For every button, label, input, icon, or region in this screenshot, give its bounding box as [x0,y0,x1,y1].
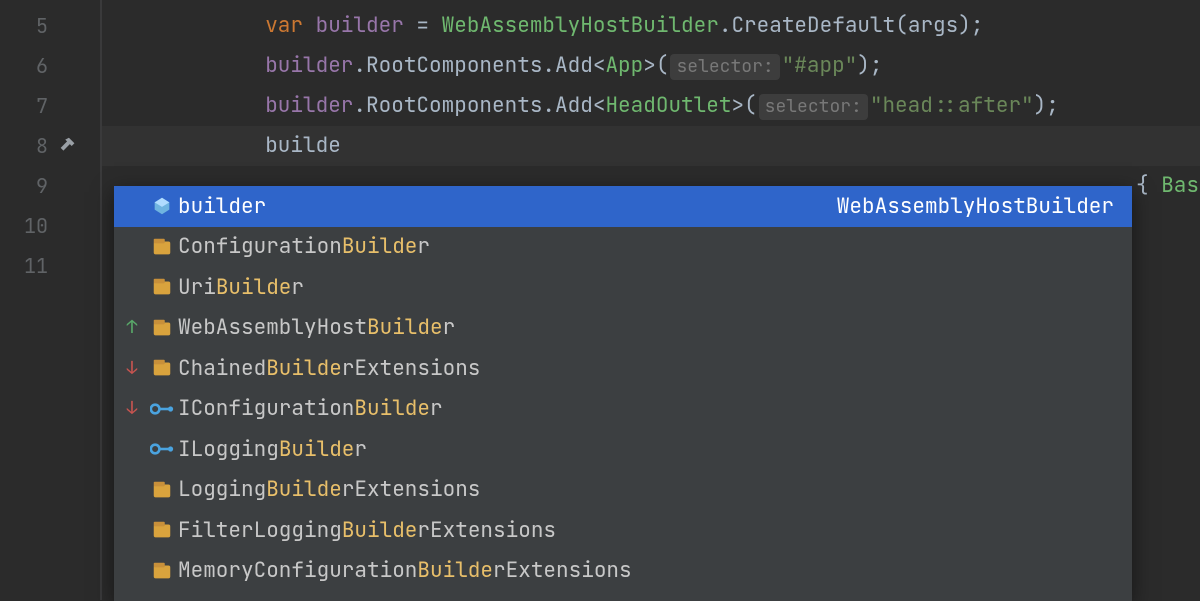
code-line-7[interactable]: builder.RootComponents.Add<HeadOutlet>(s… [114,86,1059,126]
line-number: 9 [0,166,48,206]
completion-label: ILoggingBuilder [178,436,1114,463]
completion-label: ChainedBuilderExtensions [178,355,1114,382]
code-line-6[interactable]: builder.RootComponents.Add<App>(selector… [114,46,882,86]
line-number: 11 [0,246,48,286]
class-icon [146,560,178,582]
completion-item[interactable]: ILoggingBuilder [114,429,1132,470]
completion-label: IConfigurationBuilder [178,395,1114,422]
line-number: 6 [0,46,48,86]
completion-item[interactable]: UriBuilder [114,267,1132,308]
token: . [542,92,555,119]
token: "#app" [782,52,858,79]
token: builder [265,52,353,79]
token: < [593,52,606,79]
token: (args); [895,12,983,39]
line-number: 5 [0,6,48,46]
completion-item[interactable]: MemoryConfigurationBuilderExtensions [114,551,1132,592]
completion-item[interactable]: LoggingBuilderExtensions [114,470,1132,511]
completion-label: LoggingBuilderExtensions [178,476,1114,503]
token: builder [265,92,353,119]
token: var [265,12,315,39]
completion-item[interactable]: builderWebAssemblyHostBuilder [114,186,1132,227]
completion-label: WebAssemblyHostBuilder [178,314,1114,341]
completion-label: FilterLoggingBuilderExtensions [178,517,1114,544]
gutter: 567891011 [0,0,100,600]
code-line-9-overflow: { Bas [1136,166,1199,206]
token: . [353,92,366,119]
token: ); [857,52,882,79]
token: builde [265,132,341,159]
completion-type: WebAssemblyHostBuilder [837,193,1132,220]
completion-label: MemoryConfigurationBuilderExtensions [178,557,1114,584]
rank-down-icon: ↓ [127,357,138,380]
completion-label: builder [178,193,837,220]
token [114,92,265,119]
token: ); [1034,92,1059,119]
token: builder [316,12,404,39]
token: App [605,52,643,79]
class-icon [146,317,178,339]
var-icon [146,195,178,217]
token: "head::after" [870,92,1034,119]
token: . [719,12,732,39]
completion-label: ConfigurationBuilder [178,233,1114,260]
rank-up-icon: ↑ [127,316,138,339]
token: Add [555,92,593,119]
completion-item[interactable]: ↓ IConfigurationBuilder [114,389,1132,430]
token: CreateDefault [731,12,895,39]
token [114,52,265,79]
line-number: 10 [0,206,48,246]
code-line-8[interactable]: builde [114,126,341,166]
interface-icon [146,440,178,458]
token: < [593,92,606,119]
completion-popup[interactable]: builderWebAssemblyHostBuilderConfigurati… [114,186,1132,601]
class-icon [146,236,178,258]
token: HeadOutlet [605,92,731,119]
class-icon [146,479,178,501]
hammer-icon[interactable] [54,126,82,166]
class-icon [146,276,178,298]
token: . [353,52,366,79]
token: >( [731,92,756,119]
completion-item[interactable]: FilterLoggingBuilderExtensions [114,510,1132,551]
interface-icon [146,400,178,418]
class-icon [146,519,178,541]
token: . [542,52,555,79]
parameter-hint: selector: [759,94,868,120]
completion-label: UriBuilder [178,274,1114,301]
token: RootComponents [366,52,542,79]
token: = [404,12,442,39]
token: RootComponents [366,92,542,119]
code-line-5[interactable]: var builder = WebAssemblyHostBuilder.Cre… [114,6,983,46]
token: Add [555,52,593,79]
completion-item[interactable]: ↑ WebAssemblyHostBuilder [114,308,1132,349]
rank-down-icon: ↓ [127,397,138,420]
token [114,12,265,39]
line-number: 7 [0,86,48,126]
class-icon [146,357,178,379]
completion-item[interactable]: ↓ ChainedBuilderExtensions [114,348,1132,389]
completion-item[interactable]: ConfigurationBuilder [114,227,1132,268]
gutter-border [100,0,102,600]
token: WebAssemblyHostBuilder [442,12,719,39]
token [114,132,265,159]
parameter-hint: selector: [670,54,779,80]
line-number: 8 [0,126,48,166]
token: >( [643,52,668,79]
